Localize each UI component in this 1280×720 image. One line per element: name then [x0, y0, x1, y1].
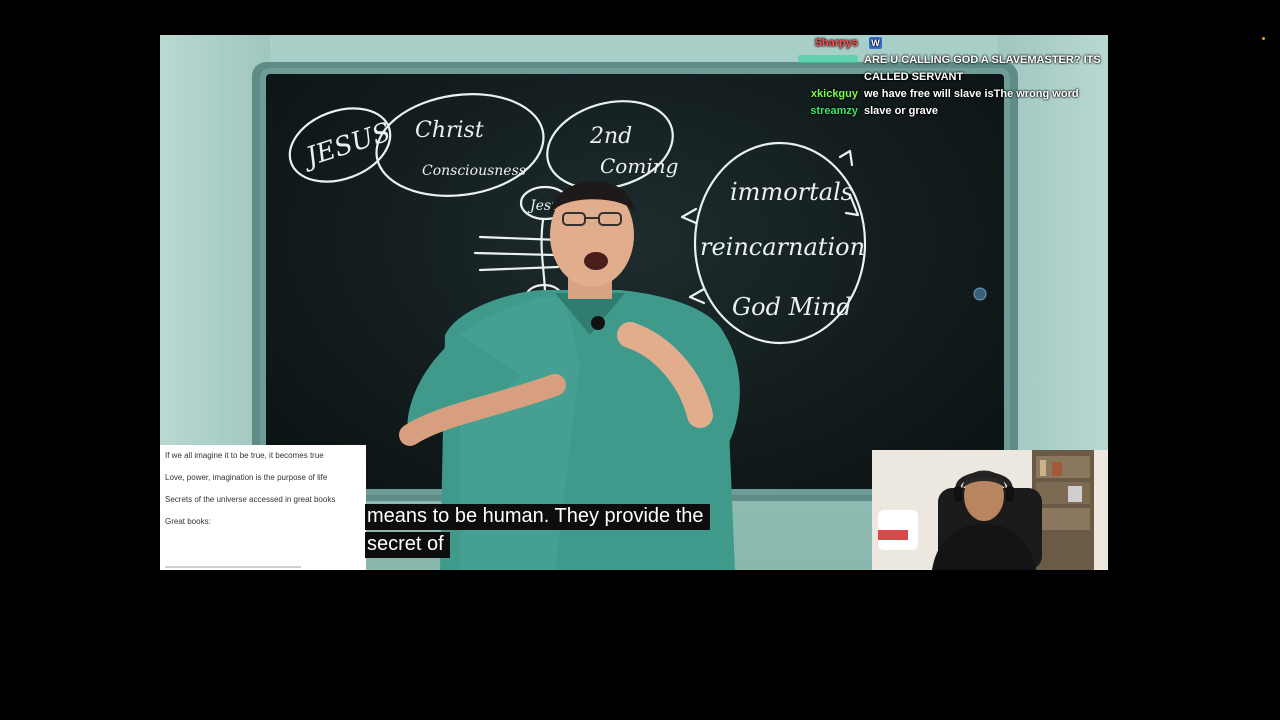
- webcam-scene: [872, 450, 1108, 570]
- chat-message: xkickguy we have free will slave isThe w…: [796, 86, 1108, 103]
- webcam-overlay: [872, 450, 1108, 570]
- chat-message: Sharpys W: [796, 35, 1108, 52]
- note-line: Great books:: [165, 517, 211, 526]
- chat-badge-icon: W: [869, 37, 882, 50]
- chat-username[interactable]: streamzy: [796, 103, 864, 120]
- chat-username[interactable]: Sharpys: [796, 35, 864, 52]
- chat-username[interactable]: xkickguy: [796, 86, 864, 103]
- chat-username[interactable]: [796, 52, 864, 69]
- note-line: Love, power, imagination is the purpose …: [165, 473, 328, 482]
- chat-message-continued: CALLED SERVANT: [796, 69, 1108, 86]
- status-indicator-dot: [1262, 37, 1265, 40]
- caption-line-1: means to be human. They provide the: [365, 504, 710, 530]
- video-stage[interactable]: JESUS Christ Consciousness 2nd Coming Je…: [160, 35, 1108, 570]
- note-line: If we all imagine it to be true, it beco…: [165, 451, 324, 460]
- caption-line-2: secret of: [365, 532, 450, 558]
- notes-scrollbar[interactable]: [165, 566, 301, 568]
- chat-message-text: we have free will slave isThe wrong word: [864, 88, 1079, 100]
- notes-panel[interactable]: If we all imagine it to be true, it beco…: [160, 445, 366, 570]
- chat-message: streamzy slave or grave: [796, 103, 1108, 120]
- chat-message-text: slave or grave: [864, 105, 938, 117]
- chat-message-text: CALLED SERVANT: [864, 71, 964, 83]
- marker-icon: [973, 287, 987, 301]
- chat-message-text: ARE U CALLING GOD A SLAVEMASTER? ITS: [864, 54, 1101, 66]
- chat-overlay: Sharpys W ARE U CALLING GOD A SLAVEMASTE…: [796, 35, 1108, 120]
- note-line: Secrets of the universe accessed in grea…: [165, 495, 336, 504]
- chat-message: ARE U CALLING GOD A SLAVEMASTER? ITS: [796, 52, 1108, 69]
